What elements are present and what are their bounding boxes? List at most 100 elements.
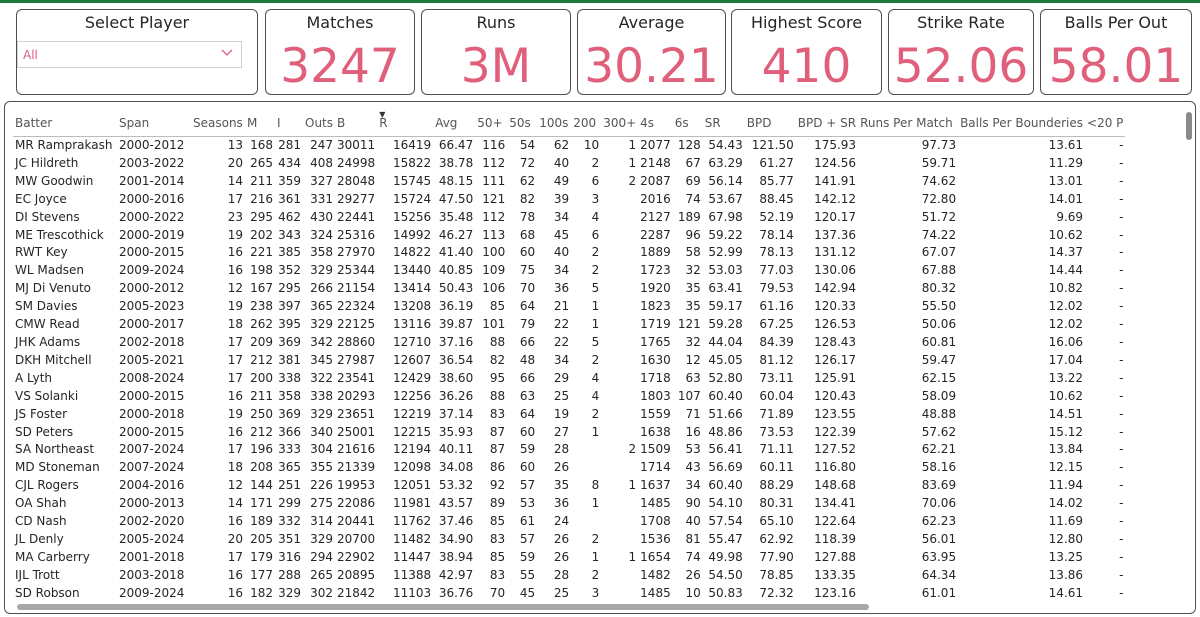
- column-header[interactable]: BPD: [744, 110, 796, 137]
- column-header[interactable]: 4s: [638, 110, 673, 137]
- table-cell: 72: [519, 155, 536, 170]
- table-row[interactable]: DKH Mitchell 2005-2021 17 212 381 345 27987 126…: [13, 352, 1125, 370]
- column-header[interactable]: BPD + SR: [795, 110, 859, 137]
- table-row[interactable]: SD Robson 2009-2024 16 182 329 302 21842 11103 3…: [13, 585, 1125, 603]
- table-cell: WL Madsen: [15, 263, 84, 278]
- table-cell: 1: [591, 299, 600, 314]
- table-cell: 17: [227, 442, 243, 457]
- table-cell: 19: [227, 406, 243, 421]
- table-row[interactable]: JHK Adams 2002-2018 17 209 369 342 28860 12710 3…: [13, 334, 1125, 352]
- table-cell: 1: [591, 317, 600, 332]
- column-header[interactable]: Batter: [13, 110, 117, 137]
- column-header[interactable]: 50+: [475, 110, 508, 137]
- table-cell: 34.90: [438, 531, 474, 546]
- table-row[interactable]: MW Goodwin 2001-2014 14 211 359 327 28048 15745…: [13, 173, 1125, 191]
- table-row[interactable]: MJ Di Venuto 2000-2012 12 167 295 266 21154 134…: [13, 280, 1125, 298]
- table-row[interactable]: IJL Trott 2003-2018 16 177 288 265 20895 11388 4…: [13, 567, 1125, 585]
- table-cell: 13.01: [1048, 173, 1084, 188]
- table-cell: 23: [227, 209, 243, 224]
- table-row[interactable]: MR Ramprakash 2000-2012 13 168 281 247 30011 16…: [13, 137, 1125, 155]
- table-row[interactable]: A Lyth 2008-2024 17 200 338 322 23541 12429 38.6…: [13, 370, 1125, 388]
- table-cell: EC Joyce: [15, 191, 67, 206]
- table-cell: 369: [278, 334, 301, 349]
- column-header[interactable]: SR: [702, 110, 745, 137]
- table-row[interactable]: JS Foster 2000-2018 19 250 369 329 23651 12219 3…: [13, 406, 1125, 424]
- column-header[interactable]: Runs Per Match: [858, 110, 959, 137]
- table-cell: 21339: [337, 460, 376, 475]
- column-header[interactable]: 6s: [672, 110, 703, 137]
- column-header[interactable]: Span: [117, 110, 191, 137]
- column-header[interactable]: Seasons: [191, 110, 245, 137]
- table-cell: 59: [519, 442, 536, 457]
- table-row[interactable]: SM Davies 2005-2023 19 238 397 365 22324 13208 3…: [13, 298, 1125, 316]
- table-cell: 22441: [337, 209, 376, 224]
- table-row[interactable]: MD Stoneman 2007-2024 18 208 365 355 21339 1209…: [13, 459, 1125, 477]
- column-header[interactable]: I: [275, 110, 303, 137]
- player-dropdown[interactable]: All: [17, 41, 242, 68]
- table-row[interactable]: EC Joyce 2000-2016 17 216 361 331 29277 15724 47…: [13, 191, 1125, 209]
- table-cell: 18: [227, 317, 243, 332]
- column-header[interactable]: <20 P: [1085, 110, 1126, 137]
- table-cell: 1654: [640, 549, 671, 564]
- table-cell: 16.06: [1048, 334, 1084, 349]
- column-header[interactable]: Outs: [303, 110, 336, 137]
- table-row[interactable]: JC Hildreth 2003-2022 20 265 434 408 24998 1582…: [13, 155, 1125, 173]
- table-cell: -: [1119, 173, 1124, 188]
- table-cell: 2: [591, 245, 600, 260]
- table-row[interactable]: WL Madsen 2009-2024 16 198 352 329 25344 13440 4…: [13, 262, 1125, 280]
- table-cell: 20: [227, 155, 243, 170]
- table-row[interactable]: MA Carberry 2001-2018 17 179 316 294 22902 1144…: [13, 549, 1125, 567]
- table-row[interactable]: RWT Key 2000-2015 16 221 385 358 27970 14822 41.…: [13, 244, 1125, 262]
- table-cell: 21: [553, 299, 570, 314]
- table-cell: 25344: [337, 263, 376, 278]
- table-cell: MA Carberry: [15, 549, 90, 564]
- column-header[interactable]: 300+: [601, 110, 639, 137]
- table-cell: 57.54: [708, 514, 743, 529]
- table-cell: 28: [553, 567, 570, 582]
- column-header-sorted[interactable]: R ▼: [377, 110, 434, 137]
- table-cell: 16: [227, 424, 243, 439]
- table-cell: 61: [519, 514, 536, 529]
- column-header[interactable]: M: [245, 110, 275, 137]
- table-row[interactable]: OA Shah 2000-2013 14 171 299 275 22086 11981 43.…: [13, 495, 1125, 513]
- column-header[interactable]: Balls Per Bounderies: [958, 110, 1086, 137]
- table-cell: 28: [553, 442, 570, 457]
- table-row[interactable]: SD Peters 2000-2015 16 212 366 340 25001 12215 3…: [13, 424, 1125, 442]
- table-cell: 52.80: [708, 370, 743, 385]
- table-cell: 130.06: [814, 263, 857, 278]
- table-cell: 2000-2019: [119, 227, 185, 242]
- table-row[interactable]: SA Northeast 2007-2024 17 196 333 304 21616 121…: [13, 441, 1125, 459]
- table-row[interactable]: ME Trescothick 2000-2019 19 202 343 324 25316 1…: [13, 227, 1125, 245]
- table-row[interactable]: JL Denly 2005-2024 20 205 351 329 20700 11482 34…: [13, 531, 1125, 549]
- table-cell: -: [1119, 531, 1124, 546]
- table-cell: -: [1119, 406, 1124, 421]
- table-row[interactable]: CJL Rogers 2004-2016 12 144 251 226 19953 12051…: [13, 477, 1125, 495]
- table-cell: 59.22: [708, 227, 743, 242]
- vertical-scrollbar[interactable]: [1185, 110, 1193, 605]
- table-row[interactable]: DI Stevens 2000-2022 23 295 462 430 22441 15256…: [13, 209, 1125, 227]
- vertical-scrollbar-thumb[interactable]: [1186, 112, 1192, 140]
- table-cell: 68: [519, 227, 536, 242]
- table-cell: 35.48: [438, 209, 474, 224]
- column-header[interactable]: B: [335, 110, 378, 137]
- column-header[interactable]: 200: [571, 110, 602, 137]
- table-cell: 1: [628, 549, 637, 564]
- table-cell: [601, 495, 638, 513]
- table-cell: 62: [553, 138, 570, 152]
- column-header[interactable]: 50s: [507, 110, 538, 137]
- table-row[interactable]: CD Nash 2002-2020 16 189 332 314 20441 11762 37.…: [13, 513, 1125, 531]
- table-cell: 1823: [640, 299, 671, 314]
- table-cell: 1889: [640, 245, 671, 260]
- card-value: 52.06: [893, 39, 1029, 94]
- column-header[interactable]: Avg: [433, 110, 476, 137]
- table-cell: 79: [519, 317, 536, 332]
- column-header[interactable]: 100s: [537, 110, 572, 137]
- table-cell: 72.32: [759, 585, 794, 600]
- table-cell: 14.61: [1048, 585, 1084, 600]
- table-row[interactable]: CMW Read 2000-2017 18 262 395 329 22125 13116 39…: [13, 316, 1125, 334]
- table-cell: 50.06: [921, 317, 957, 332]
- horizontal-scrollbar-thumb[interactable]: [17, 604, 869, 610]
- table-row[interactable]: VS Solanki 2000-2015 16 211 358 338 20293 12256…: [13, 388, 1125, 406]
- card-title: Strike Rate: [917, 13, 1005, 32]
- table-cell: 133.35: [814, 567, 857, 582]
